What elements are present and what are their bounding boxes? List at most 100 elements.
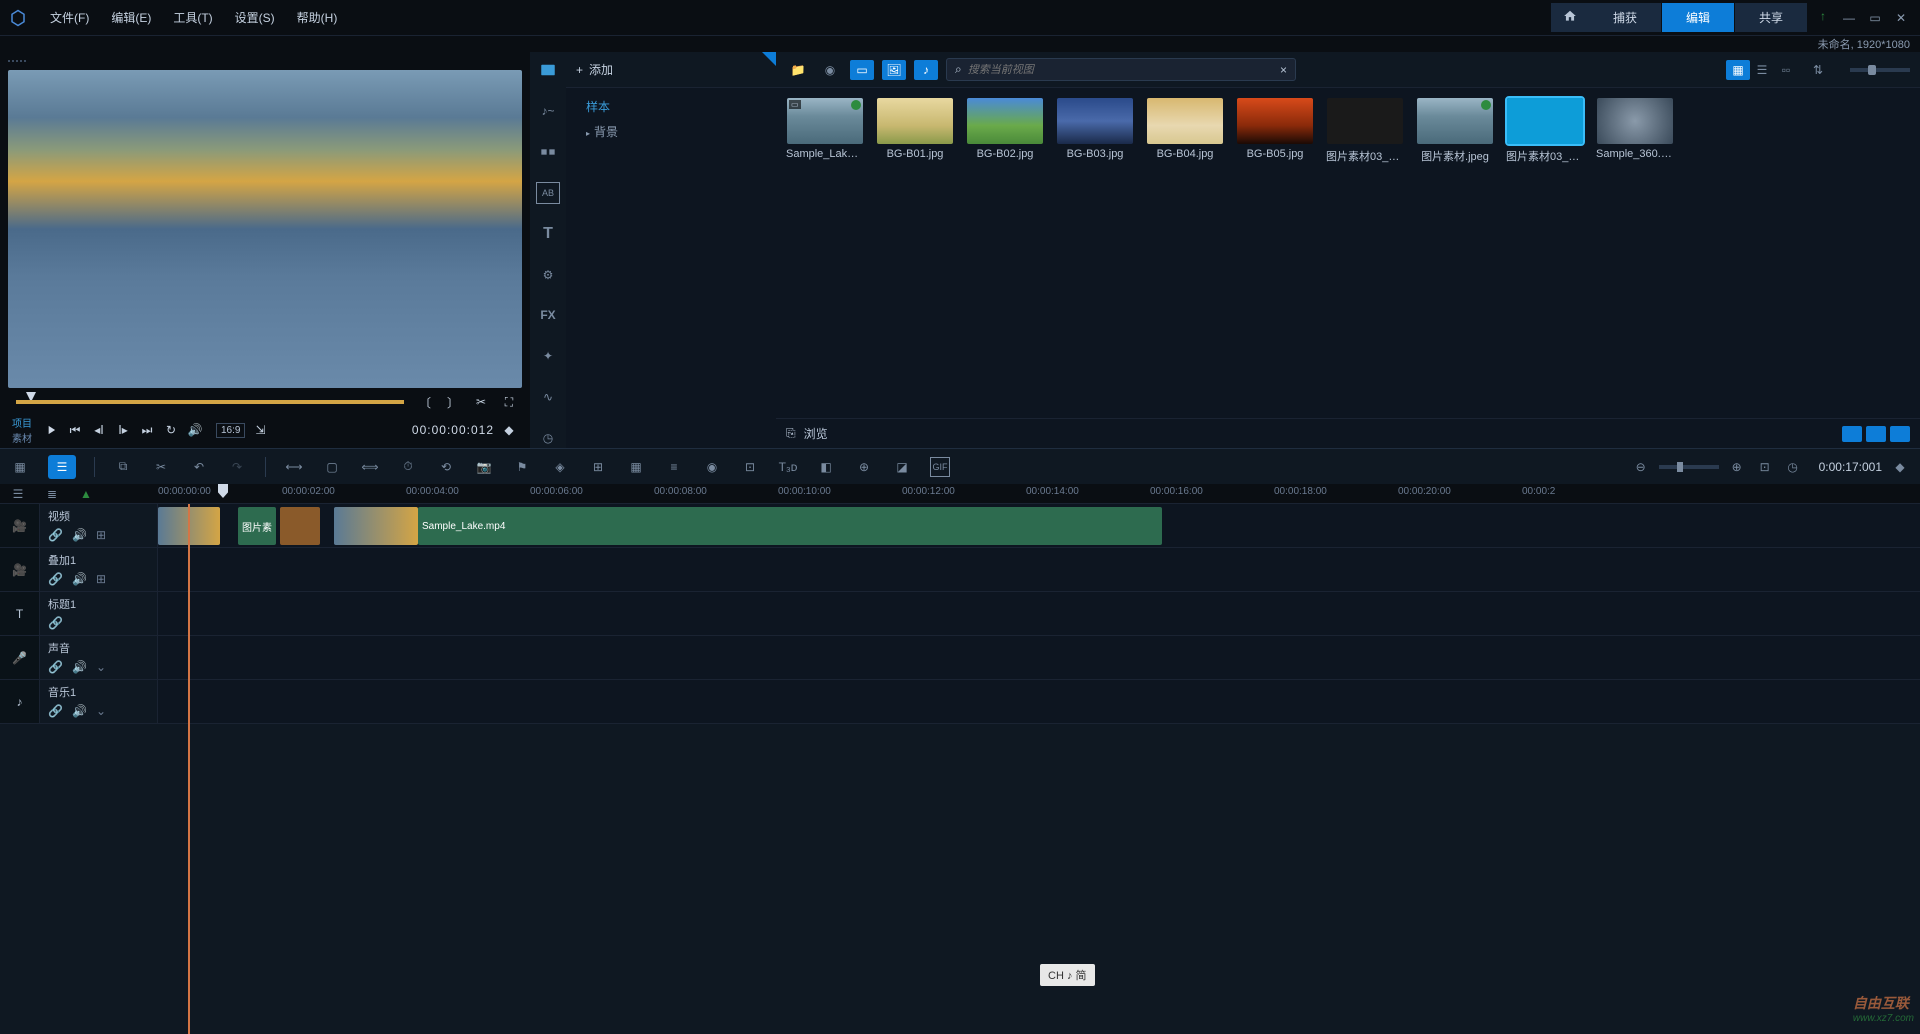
menu-settings[interactable]: 设置(S) bbox=[225, 5, 285, 30]
library-item[interactable]: ▭Sample_Lake.... bbox=[786, 98, 864, 164]
mute-icon[interactable]: 🔊 bbox=[72, 528, 84, 540]
close-button[interactable]: ✕ bbox=[1890, 9, 1912, 27]
track-video-icon[interactable]: 🎥 bbox=[0, 504, 40, 547]
title-tab-icon[interactable]: AB bbox=[536, 182, 560, 203]
grid1-icon[interactable]: ⊞ bbox=[588, 457, 608, 477]
motion-icon[interactable]: ◉ bbox=[702, 457, 722, 477]
track-icon[interactable]: ≡ bbox=[664, 457, 684, 477]
library-item[interactable]: 图片素材.jpeg bbox=[1416, 98, 1494, 164]
tab-edit[interactable]: 编辑 bbox=[1662, 3, 1735, 32]
track-overlay-icon[interactable]: 🎥 bbox=[0, 548, 40, 591]
mark-out-icon[interactable]: 〕 bbox=[444, 393, 462, 411]
link-icon[interactable]: 🔗 bbox=[48, 616, 60, 628]
step-back-button[interactable]: ◂Ⅰ bbox=[90, 421, 108, 439]
filter-audio-icon[interactable]: ♪ bbox=[914, 60, 938, 80]
library-item[interactable]: BG-B02.jpg bbox=[966, 98, 1044, 164]
library-thumbnail[interactable] bbox=[877, 98, 953, 144]
library-item[interactable]: 图片素材03_副... bbox=[1326, 98, 1404, 164]
clip-3[interactable] bbox=[280, 507, 320, 545]
library-item[interactable]: BG-B05.jpg bbox=[1236, 98, 1314, 164]
mute-icon[interactable]: 🔊 bbox=[72, 660, 84, 672]
timeline-ruler[interactable]: ☰ ≣ ▲ 00:00:00:0000:00:02:0000:00:04:000… bbox=[0, 484, 1920, 504]
redo-icon[interactable]: ↷ bbox=[227, 457, 247, 477]
library-thumbnail[interactable]: ▭ bbox=[787, 98, 863, 144]
multicam-icon[interactable]: ⊡ bbox=[740, 457, 760, 477]
reverse-icon[interactable]: ⟲ bbox=[436, 457, 456, 477]
stretch-icon[interactable]: ⟺ bbox=[360, 457, 380, 477]
favorite-corner-icon[interactable] bbox=[762, 52, 776, 66]
resize-icon[interactable]: ⇲ bbox=[251, 421, 269, 439]
link-icon[interactable]: 🔗 bbox=[48, 704, 60, 716]
aspect-ratio[interactable]: 16:9 bbox=[216, 423, 245, 438]
add-media-button[interactable]: + 添加 bbox=[576, 61, 613, 78]
preview-timecode[interactable]: 00:00:00:012 bbox=[412, 423, 494, 437]
fx-tab-icon[interactable]: FX bbox=[536, 305, 560, 326]
library-thumbnail[interactable] bbox=[1147, 98, 1223, 144]
preview-video[interactable] bbox=[8, 70, 522, 388]
grid-icon[interactable]: ⊞ bbox=[96, 528, 108, 540]
chevron-down-icon[interactable]: ⌄ bbox=[96, 660, 108, 672]
go-start-button[interactable]: ⏮ bbox=[66, 421, 84, 439]
marker-icon[interactable]: ⚑ bbox=[512, 457, 532, 477]
library-thumbnail[interactable] bbox=[1507, 98, 1583, 144]
library-item[interactable]: Sample_360.m... bbox=[1596, 98, 1674, 164]
wand-tab-icon[interactable]: ✦ bbox=[536, 346, 560, 367]
media-tab-icon[interactable] bbox=[536, 60, 560, 81]
track-music-content[interactable] bbox=[158, 680, 1920, 723]
fit-clip-icon[interactable]: ⟷ bbox=[284, 457, 304, 477]
footer-btn-2[interactable] bbox=[1866, 426, 1886, 442]
tree-item-sample[interactable]: 样本 bbox=[566, 94, 776, 119]
track-voice-icon[interactable]: 🎤 bbox=[0, 636, 40, 679]
footer-btn-1[interactable] bbox=[1842, 426, 1862, 442]
ruler-snap-icon[interactable]: ≣ bbox=[42, 484, 62, 504]
gif-icon[interactable]: GIF bbox=[930, 457, 950, 477]
preview-scrubber[interactable]: 〔 〕 ✂ ⛶ bbox=[8, 392, 522, 412]
gear-tab-icon[interactable]: ⚙ bbox=[536, 264, 560, 285]
scrub-bar[interactable] bbox=[16, 400, 404, 404]
view-large-icon[interactable]: ▦ bbox=[1726, 60, 1750, 80]
track-overlay-content[interactable] bbox=[158, 548, 1920, 591]
minimize-button[interactable]: — bbox=[1838, 9, 1860, 27]
color-icon[interactable]: ◪ bbox=[892, 457, 912, 477]
clock-icon[interactable]: ◷ bbox=[1783, 457, 1803, 477]
library-item[interactable]: BG-B01.jpg bbox=[876, 98, 954, 164]
volume-button[interactable]: 🔊 bbox=[186, 421, 204, 439]
upload-icon[interactable]: ↑ bbox=[1808, 3, 1838, 32]
3d-title-icon[interactable]: T₃ᴅ bbox=[778, 457, 798, 477]
expand-icon[interactable]: ⛶ bbox=[500, 393, 518, 411]
thumbnail-size-slider[interactable] bbox=[1850, 68, 1910, 72]
filter-video-icon[interactable]: ▭ bbox=[850, 60, 874, 80]
library-thumbnail[interactable] bbox=[1417, 98, 1493, 144]
grid-icon[interactable]: ⊞ bbox=[96, 572, 108, 584]
mute-icon[interactable]: 🔊 bbox=[72, 572, 84, 584]
clip-4-thumb[interactable] bbox=[334, 507, 418, 545]
mark-in-icon[interactable]: 〔 bbox=[416, 393, 434, 411]
menu-tools[interactable]: 工具(T) bbox=[163, 5, 222, 30]
clip-2[interactable]: 图片素 bbox=[238, 507, 276, 545]
tab-share[interactable]: 共享 bbox=[1735, 3, 1808, 32]
pan-zoom-icon[interactable]: ⊕ bbox=[854, 457, 874, 477]
mute-icon[interactable]: 🔊 bbox=[72, 704, 84, 716]
cut-icon[interactable]: ✂ bbox=[472, 393, 490, 411]
library-thumbnail[interactable] bbox=[1327, 98, 1403, 144]
tab-capture[interactable]: 捕获 bbox=[1589, 3, 1662, 32]
clear-search-icon[interactable]: × bbox=[1280, 63, 1287, 77]
link-icon[interactable]: 🔗 bbox=[48, 528, 60, 540]
library-item[interactable]: BG-B03.jpg bbox=[1056, 98, 1134, 164]
preview-mode-toggle[interactable]: 项目 素材 bbox=[12, 415, 32, 445]
filter-image-icon[interactable]: 🖼 bbox=[882, 60, 906, 80]
zoom-out-icon[interactable]: ⊖ bbox=[1631, 457, 1651, 477]
crop-icon[interactable]: ▢ bbox=[322, 457, 342, 477]
browse-label[interactable]: 浏览 bbox=[804, 425, 828, 442]
zoom-slider[interactable] bbox=[1659, 465, 1719, 469]
menu-file[interactable]: 文件(F) bbox=[40, 5, 99, 30]
footer-btn-3[interactable] bbox=[1890, 426, 1910, 442]
chevron-down-icon[interactable]: ⌄ bbox=[96, 704, 108, 716]
tools-icon[interactable]: ✂ bbox=[151, 457, 171, 477]
audio-tab-icon[interactable]: ♪~ bbox=[536, 101, 560, 122]
library-thumbnail[interactable] bbox=[967, 98, 1043, 144]
link-icon[interactable]: 🔗 bbox=[48, 572, 60, 584]
library-item[interactable]: BG-B04.jpg bbox=[1146, 98, 1224, 164]
library-search[interactable]: ⌕ × bbox=[946, 58, 1296, 81]
play-button[interactable] bbox=[42, 421, 60, 439]
